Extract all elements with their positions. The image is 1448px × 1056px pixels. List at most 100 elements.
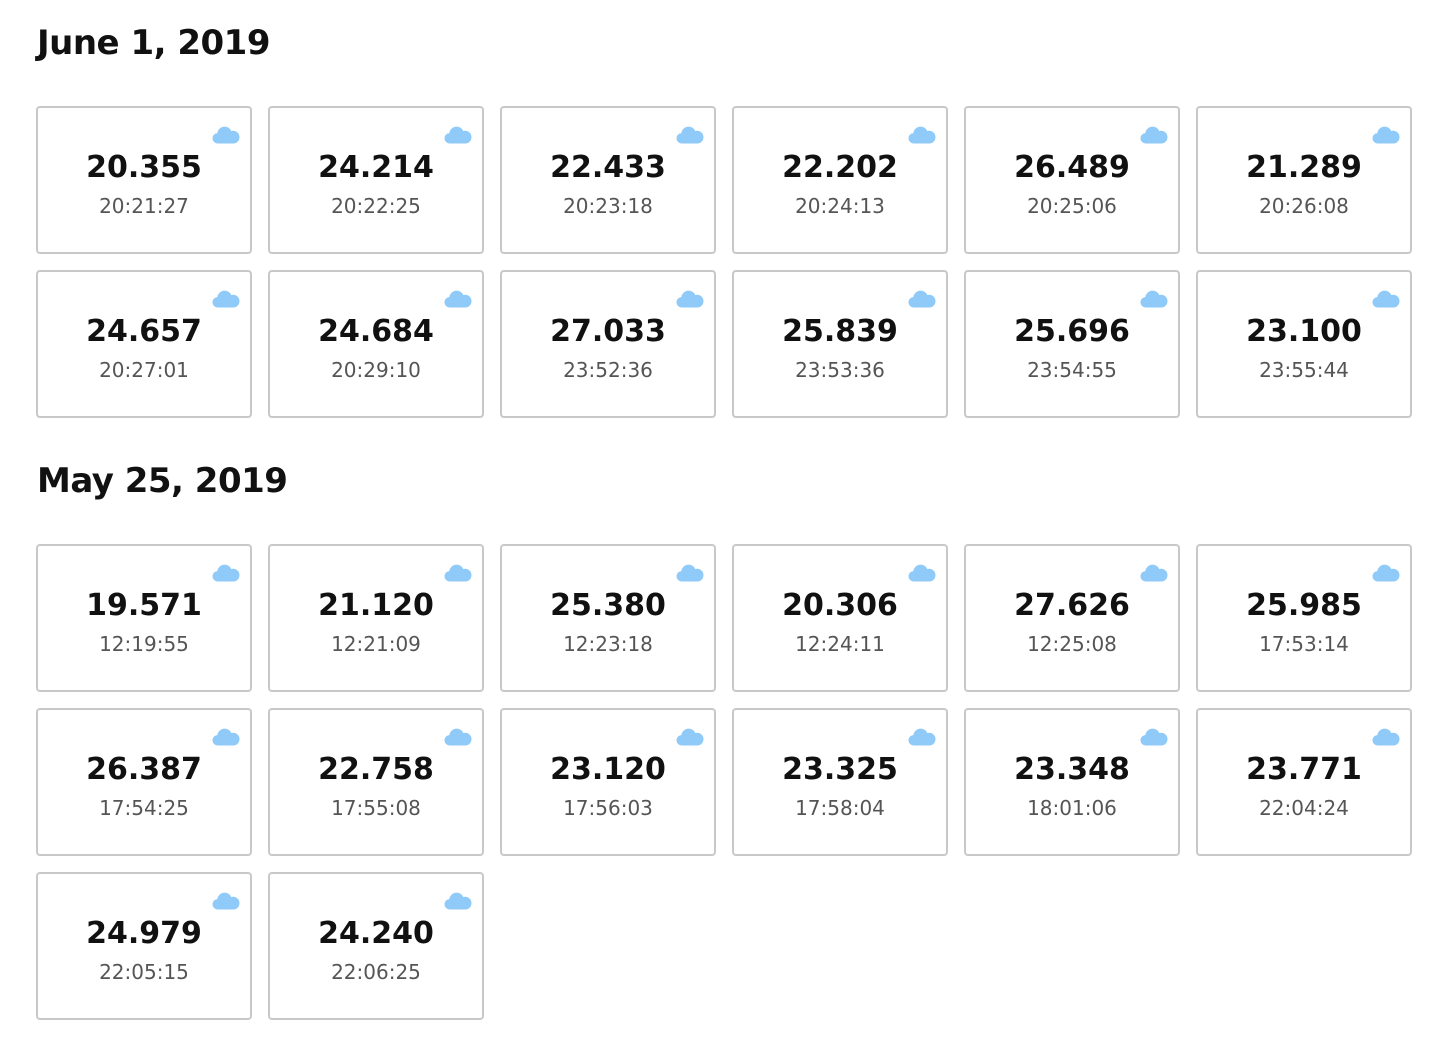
- cloud-icon: [676, 290, 704, 308]
- reading-time: 22:06:25: [331, 960, 421, 984]
- reading-card[interactable]: 20.306 12:24:11: [732, 544, 948, 692]
- reading-time: 20:25:06: [1027, 194, 1117, 218]
- reading-time: 12:25:08: [1027, 632, 1117, 656]
- reading-time: 20:23:18: [563, 194, 653, 218]
- reading-time: 17:53:14: [1259, 632, 1349, 656]
- cloud-icon: [444, 564, 472, 582]
- reading-value: 23.348: [1014, 752, 1130, 787]
- reading-card[interactable]: 25.380 12:23:18: [500, 544, 716, 692]
- reading-card[interactable]: 20.355 20:21:27: [36, 106, 252, 254]
- reading-time: 22:05:15: [99, 960, 189, 984]
- reading-card[interactable]: 27.626 12:25:08: [964, 544, 1180, 692]
- reading-time: 17:55:08: [331, 796, 421, 820]
- reading-time: 12:21:09: [331, 632, 421, 656]
- reading-card[interactable]: 22.433 20:23:18: [500, 106, 716, 254]
- reading-value: 20.306: [782, 588, 898, 623]
- reading-time: 12:23:18: [563, 632, 653, 656]
- cloud-icon: [1372, 290, 1400, 308]
- reading-time: 20:26:08: [1259, 194, 1349, 218]
- cloud-icon: [444, 290, 472, 308]
- reading-value: 24.684: [318, 314, 434, 349]
- reading-card[interactable]: 23.771 22:04:24: [1196, 708, 1412, 856]
- reading-value: 22.758: [318, 752, 434, 787]
- cloud-icon: [908, 126, 936, 144]
- reading-value: 24.214: [318, 150, 434, 185]
- reading-time: 23:52:36: [563, 358, 653, 382]
- reading-value: 21.289: [1246, 150, 1362, 185]
- reading-value: 23.100: [1246, 314, 1362, 349]
- reading-time: 17:58:04: [795, 796, 885, 820]
- reading-value: 19.571: [86, 588, 202, 623]
- reading-card[interactable]: 23.348 18:01:06: [964, 708, 1180, 856]
- reading-time: 12:24:11: [795, 632, 885, 656]
- reading-value: 25.839: [782, 314, 898, 349]
- reading-card[interactable]: 26.387 17:54:25: [36, 708, 252, 856]
- cloud-icon: [908, 728, 936, 746]
- reading-card[interactable]: 25.839 23:53:36: [732, 270, 948, 418]
- cloud-icon: [444, 126, 472, 144]
- reading-time: 17:54:25: [99, 796, 189, 820]
- reading-card[interactable]: 24.979 22:05:15: [36, 872, 252, 1020]
- reading-value: 26.387: [86, 752, 202, 787]
- reading-value: 27.033: [550, 314, 666, 349]
- day-readings-grid: 20.355 20:21:27 24.214 20:22:25 22.433 20:23:…: [36, 106, 1412, 418]
- reading-value: 23.120: [550, 752, 666, 787]
- reading-card[interactable]: 23.100 23:55:44: [1196, 270, 1412, 418]
- cloud-icon: [1140, 728, 1168, 746]
- cloud-icon: [1372, 564, 1400, 582]
- reading-value: 26.489: [1014, 150, 1130, 185]
- reading-time: 20:27:01: [99, 358, 189, 382]
- reading-value: 25.985: [1246, 588, 1362, 623]
- reading-card[interactable]: 26.489 20:25:06: [964, 106, 1180, 254]
- cloud-icon: [212, 126, 240, 144]
- day-title: May 25, 2019: [37, 461, 288, 501]
- reading-card[interactable]: 21.120 12:21:09: [268, 544, 484, 692]
- reading-card[interactable]: 24.657 20:27:01: [36, 270, 252, 418]
- cloud-icon: [1140, 126, 1168, 144]
- reading-time: 18:01:06: [1027, 796, 1117, 820]
- reading-card[interactable]: 19.571 12:19:55: [36, 544, 252, 692]
- cloud-icon: [908, 290, 936, 308]
- cloud-icon: [676, 126, 704, 144]
- cloud-icon: [212, 728, 240, 746]
- reading-time: 20:22:25: [331, 194, 421, 218]
- cloud-icon: [676, 728, 704, 746]
- reading-value: 23.771: [1246, 752, 1362, 787]
- cloud-icon: [908, 564, 936, 582]
- reading-time: 23:54:55: [1027, 358, 1117, 382]
- cloud-icon: [444, 728, 472, 746]
- day-title: June 1, 2019: [37, 23, 271, 63]
- reading-value: 25.380: [550, 588, 666, 623]
- reading-time: 12:19:55: [99, 632, 189, 656]
- cloud-icon: [212, 564, 240, 582]
- cloud-icon: [676, 564, 704, 582]
- cloud-icon: [212, 892, 240, 910]
- reading-card[interactable]: 23.120 17:56:03: [500, 708, 716, 856]
- reading-value: 22.202: [782, 150, 898, 185]
- cloud-icon: [1372, 728, 1400, 746]
- reading-card[interactable]: 27.033 23:52:36: [500, 270, 716, 418]
- cloud-icon: [1140, 564, 1168, 582]
- reading-value: 23.325: [782, 752, 898, 787]
- reading-time: 22:04:24: [1259, 796, 1349, 820]
- reading-card[interactable]: 23.325 17:58:04: [732, 708, 948, 856]
- reading-value: 24.979: [86, 916, 202, 951]
- reading-value: 22.433: [550, 150, 666, 185]
- reading-card[interactable]: 24.684 20:29:10: [268, 270, 484, 418]
- reading-card[interactable]: 22.758 17:55:08: [268, 708, 484, 856]
- reading-value: 25.696: [1014, 314, 1130, 349]
- reading-value: 24.240: [318, 916, 434, 951]
- reading-card[interactable]: 22.202 20:24:13: [732, 106, 948, 254]
- cloud-icon: [1140, 290, 1168, 308]
- reading-time: 20:21:27: [99, 194, 189, 218]
- reading-card[interactable]: 24.214 20:22:25: [268, 106, 484, 254]
- reading-card[interactable]: 21.289 20:26:08: [1196, 106, 1412, 254]
- readings-page: June 1, 2019 20.355 20:21:27 24.214 20:22:2…: [0, 0, 1448, 1056]
- reading-value: 21.120: [318, 588, 434, 623]
- reading-time: 20:24:13: [795, 194, 885, 218]
- reading-card[interactable]: 25.696 23:54:55: [964, 270, 1180, 418]
- reading-card[interactable]: 24.240 22:06:25: [268, 872, 484, 1020]
- reading-time: 23:55:44: [1259, 358, 1349, 382]
- cloud-icon: [212, 290, 240, 308]
- reading-card[interactable]: 25.985 17:53:14: [1196, 544, 1412, 692]
